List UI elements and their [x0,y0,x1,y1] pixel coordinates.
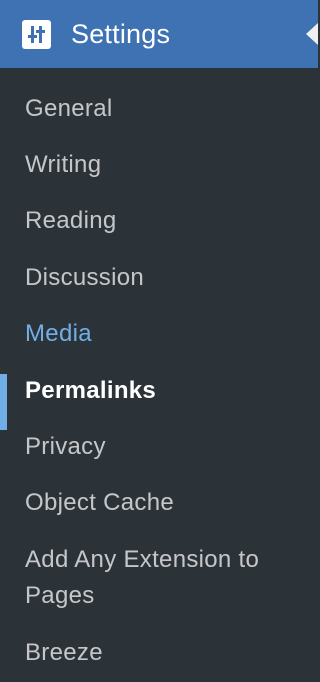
settings-menu-title: Settings [71,18,171,49]
settings-sliders-icon [22,19,51,49]
submenu-item-privacy[interactable]: Privacy [0,429,318,465]
submenu-item-discussion[interactable]: Discussion [0,260,318,296]
submenu-item-add-any-extension-to-pages[interactable]: Add Any Extension to Pages [0,542,318,614]
submenu-item-media[interactable]: Media [0,316,318,352]
submenu-item-permalinks[interactable]: Permalinks [0,373,318,409]
current-menu-pointer [306,23,318,45]
submenu-item-writing[interactable]: Writing [0,147,318,183]
submenu-item-reading[interactable]: Reading [0,203,318,239]
submenu-item-general[interactable]: General [0,91,318,127]
submenu-item-breeze[interactable]: Breeze [0,635,318,671]
submenu-item-object-cache[interactable]: Object Cache [0,485,318,521]
settings-menu-header[interactable]: Settings [0,0,318,68]
settings-submenu: Settings General Writing Reading Discuss… [0,0,318,682]
